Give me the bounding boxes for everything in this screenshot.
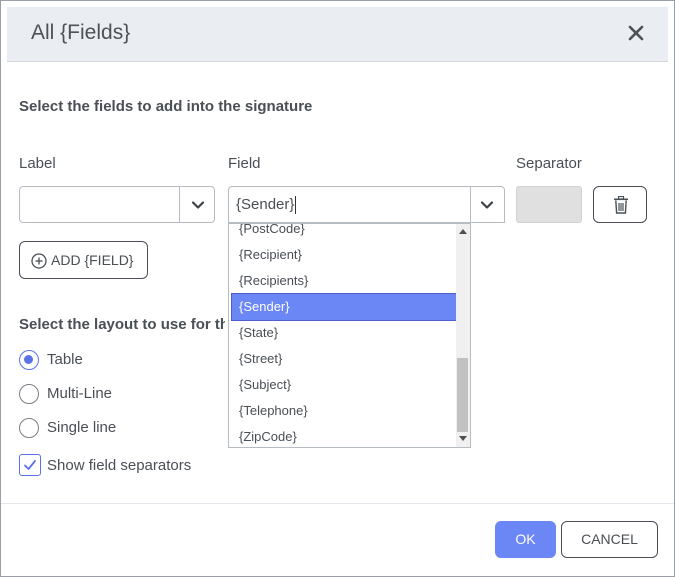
checkmark-icon [24,460,36,470]
trash-icon [614,196,628,214]
plus-circle-icon [31,253,47,269]
dropdown-option[interactable]: {Recipients} [232,268,457,294]
dropdown-option[interactable]: {Telephone} [232,398,457,424]
field-select[interactable]: {Sender} [228,186,505,223]
dialog-header: All {Fields} [7,7,668,62]
show-separators-checkbox-row[interactable]: Show field separators [19,454,209,478]
radio-label: Multi-Line [47,385,113,402]
text-caret [295,196,296,214]
radio-label: Table [47,351,83,368]
label-select-divider [179,187,180,222]
show-separators-label: Show field separators [47,457,192,474]
delete-row-button[interactable] [593,186,647,223]
radio-table[interactable]: Table [19,350,109,374]
field-select-value: {Sender} [236,196,295,213]
dropdown-option[interactable]: {PostCode} [232,224,457,242]
footer-divider [1,503,674,504]
scrollbar-thumb[interactable] [457,358,468,432]
dialog-title: All {Fields} [31,21,131,44]
cancel-button[interactable]: CANCEL [561,521,658,558]
radio-multi-line[interactable]: Multi-Line [19,384,129,408]
show-separators-checkbox[interactable] [19,454,41,476]
chevron-down-icon[interactable] [480,198,494,212]
radio-button[interactable] [19,384,39,404]
dropdown-option[interactable]: {State} [232,320,457,346]
radio-label: Single line [47,419,117,436]
instruction-text: Select the fields to add into the signat… [19,98,313,115]
ok-button[interactable]: OK [495,521,556,558]
label-select[interactable] [19,186,215,223]
radio-single-line[interactable]: Single line [19,418,129,442]
field-select-divider [470,187,471,222]
dropdown-option[interactable]: {Street} [232,346,457,372]
separator-column-header: Separator [516,155,582,172]
separator-input[interactable] [516,186,582,223]
dropdown-option[interactable]: {Recipient} [232,242,457,268]
chevron-down-icon[interactable] [191,198,205,212]
add-field-button[interactable]: ADD {FIELD} [19,241,148,279]
close-icon[interactable] [623,20,649,46]
dropdown-option-selected[interactable]: {Sender} [231,293,458,321]
dropdown-option[interactable]: {Subject} [232,372,457,398]
scroll-down-arrow-icon[interactable] [459,436,467,441]
add-field-label: ADD {FIELD} [51,252,134,268]
radio-button-checked[interactable] [19,350,39,370]
layout-heading: Select the layout to use for the fields [19,316,225,333]
dropdown-scrollbar[interactable] [456,224,470,447]
dropdown-option[interactable]: {ZipCode} [232,424,457,447]
dialog: All {Fields} Select the fields to add in… [0,0,675,577]
radio-button[interactable] [19,418,39,438]
field-dropdown-list: {PostCode} {Recipient} {Recipients} {Sen… [228,223,471,448]
label-column-header: Label [19,155,56,172]
dropdown-options: {PostCode} {Recipient} {Recipients} {Sen… [231,224,458,447]
field-column-header: Field [228,155,261,172]
scroll-up-arrow-icon[interactable] [459,229,467,234]
